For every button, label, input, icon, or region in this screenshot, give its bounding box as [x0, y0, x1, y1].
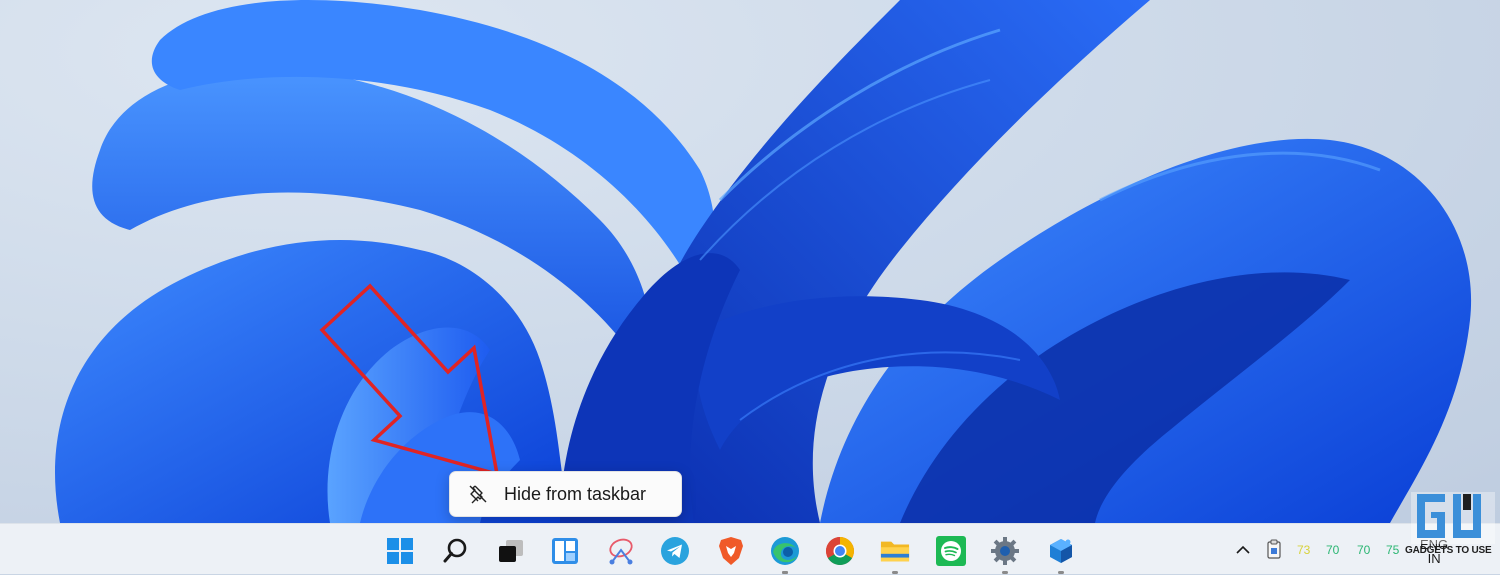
context-menu: Hide from taskbar: [449, 471, 682, 517]
chevron-up-icon[interactable]: [1234, 541, 1252, 559]
tray-temp-1[interactable]: 73: [1297, 543, 1310, 557]
hide-from-taskbar-menu-item[interactable]: Hide from taskbar: [450, 472, 681, 516]
menu-item-label: Hide from taskbar: [504, 483, 647, 504]
tray-temp-4[interactable]: 75: [1386, 543, 1399, 557]
wallpaper-bloom: [55, 0, 1472, 523]
taskbar: 73 70 70 75 ENG IN: [0, 523, 1500, 574]
watermark-text: GADGETS TO USE: [1405, 545, 1492, 556]
clipboard-icon[interactable]: [1266, 538, 1282, 560]
unpin-icon: [467, 483, 489, 505]
tray-temp-3[interactable]: 70: [1357, 543, 1370, 557]
tray-temp-2[interactable]: 70: [1326, 543, 1339, 557]
desktop[interactable]: [0, 0, 1500, 523]
system-tray: 73 70 70 75 ENG IN: [0, 524, 1500, 575]
